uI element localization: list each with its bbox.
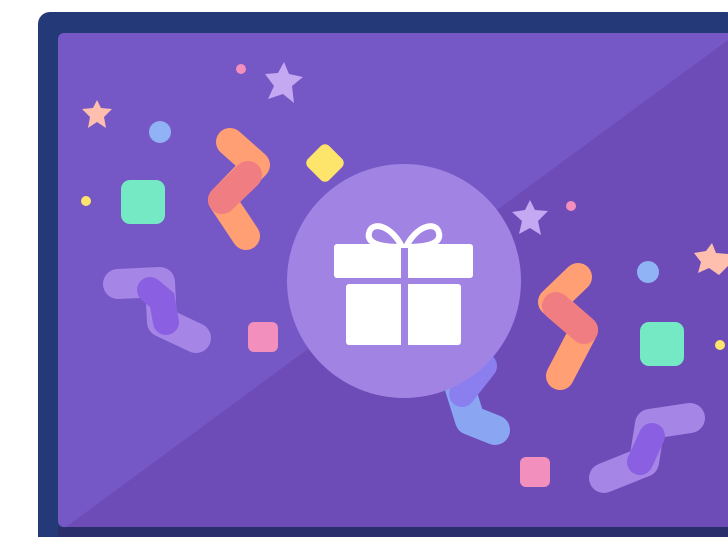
confetti-dot: [637, 261, 659, 283]
gift-icon: [334, 223, 473, 346]
confetti-ribbon: [137, 277, 179, 335]
confetti-dot: [236, 64, 246, 74]
confetti-square: [640, 322, 684, 366]
confetti-dot: [715, 340, 725, 350]
frame-bottom: [58, 527, 728, 537]
confetti-ribbon: [208, 161, 262, 214]
illustration-canvas: [38, 12, 728, 537]
confetti-ribbon: [542, 292, 598, 344]
confetti-square: [121, 180, 165, 224]
gift-illustration: [0, 0, 728, 537]
confetti-dot: [566, 201, 576, 211]
confetti-dot: [81, 196, 91, 206]
confetti-dot: [149, 121, 171, 143]
confetti-ribbon: [627, 423, 665, 475]
confetti-square: [248, 322, 278, 352]
confetti-square: [520, 457, 550, 487]
